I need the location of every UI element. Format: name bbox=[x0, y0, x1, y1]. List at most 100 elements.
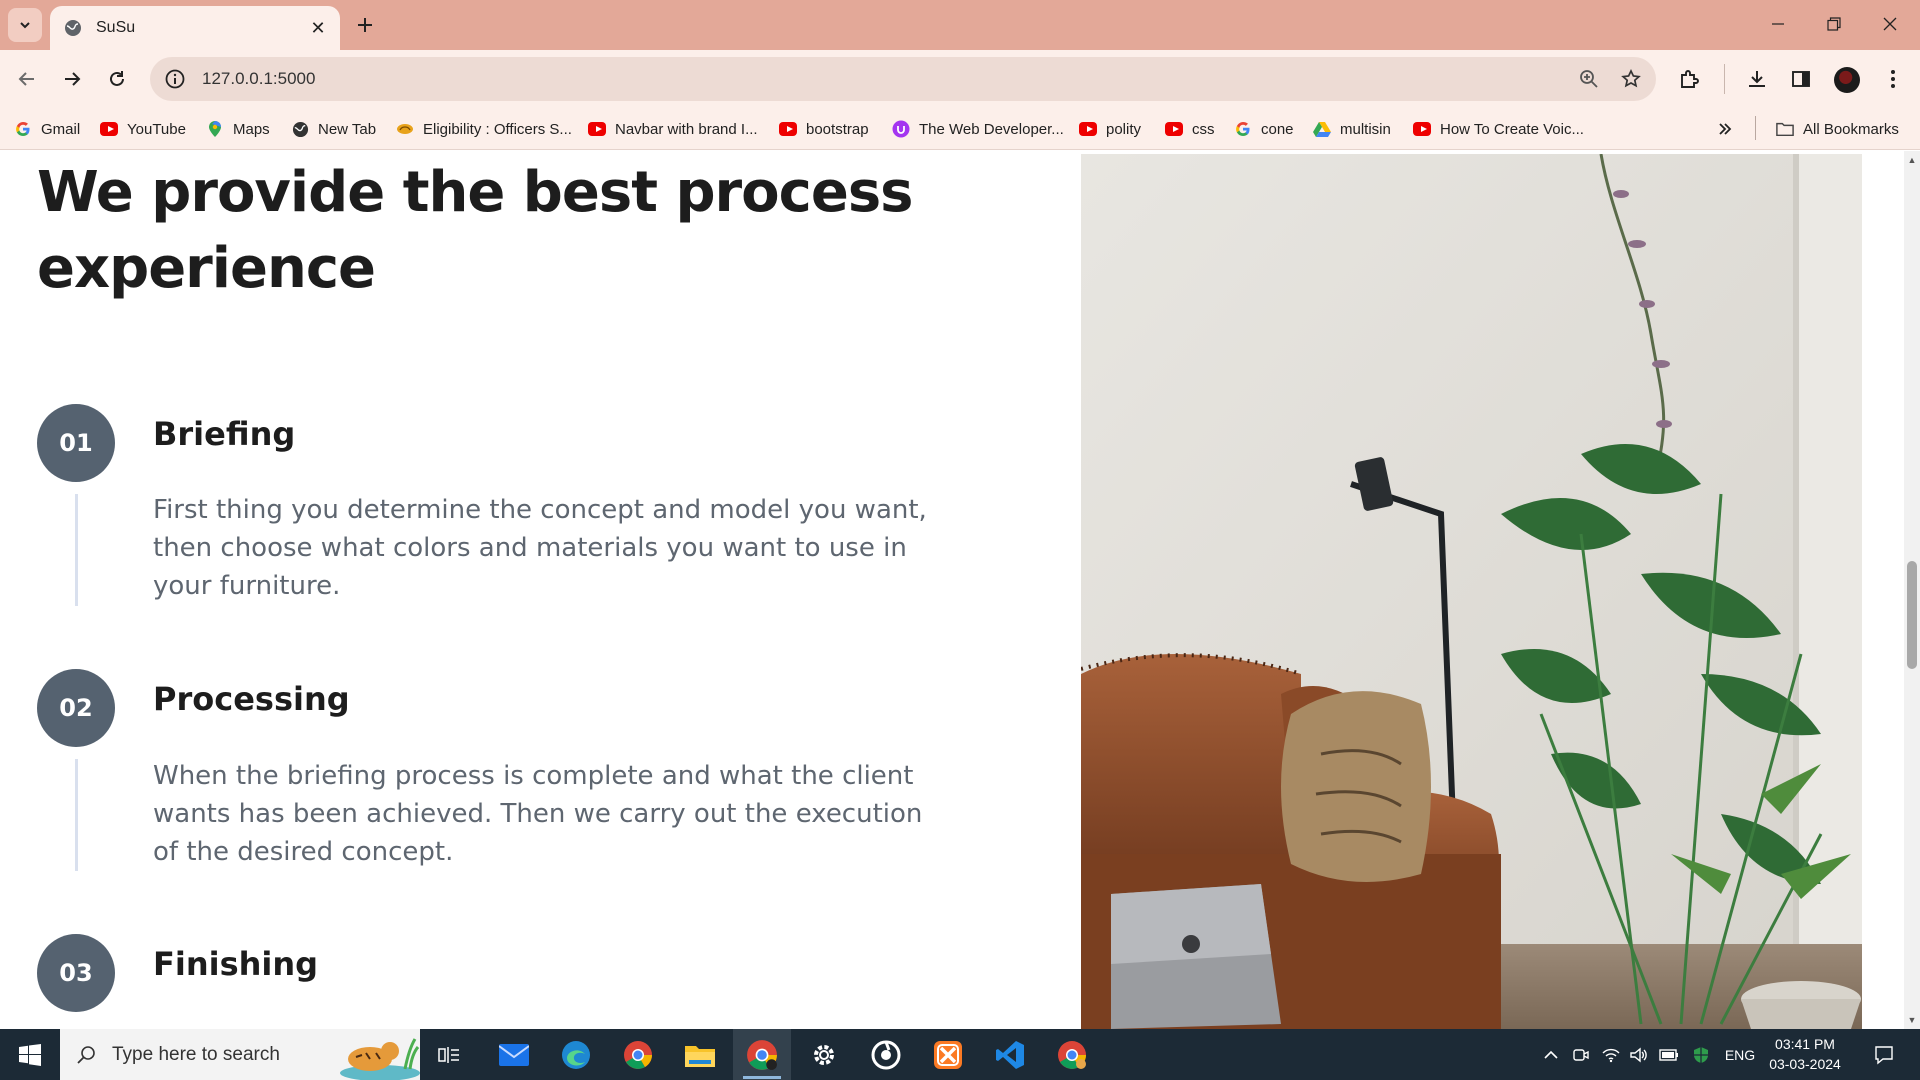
step-title: Finishing bbox=[153, 945, 319, 983]
search-highlight-illustration-icon bbox=[330, 1029, 420, 1080]
bookmark-label: css bbox=[1192, 120, 1215, 138]
taskbar-chrome-active[interactable] bbox=[733, 1029, 791, 1080]
globe-icon bbox=[65, 20, 81, 36]
bookmark-css[interactable]: css bbox=[1165, 117, 1215, 141]
page-scrollbar[interactable]: ▲ ▼ bbox=[1904, 151, 1920, 1029]
youtube-icon bbox=[779, 120, 797, 138]
bookmark-cone[interactable]: cone bbox=[1234, 117, 1294, 141]
taskbar-mail[interactable] bbox=[485, 1029, 543, 1080]
emblem-icon bbox=[396, 120, 414, 138]
bookmark-new-tab[interactable]: New Tab bbox=[291, 117, 376, 141]
taskbar-file-explorer[interactable] bbox=[671, 1029, 729, 1080]
taskbar-chrome-2[interactable] bbox=[1043, 1029, 1101, 1080]
wifi-icon[interactable] bbox=[1600, 1029, 1622, 1080]
bookmark-eligibility[interactable]: Eligibility : Officers S... bbox=[396, 117, 572, 141]
bookmark-label: Navbar with brand I... bbox=[615, 120, 758, 138]
tab-search-dropdown-button[interactable] bbox=[8, 8, 42, 42]
search-placeholder: Type here to search bbox=[112, 1043, 280, 1065]
bookmark-star-icon[interactable] bbox=[1614, 62, 1648, 96]
show-hidden-icons-button[interactable] bbox=[1540, 1029, 1562, 1080]
bookmark-multisin[interactable]: multisin bbox=[1313, 117, 1391, 141]
volume-icon[interactable] bbox=[1628, 1029, 1650, 1080]
xampp-icon bbox=[934, 1040, 962, 1069]
bookmark-label: bootstrap bbox=[806, 120, 869, 138]
url-text[interactable]: 127.0.0.1:5000 bbox=[202, 69, 1572, 89]
minimize-icon bbox=[1772, 23, 1784, 25]
google-icon bbox=[14, 120, 32, 138]
new-tab-button[interactable] bbox=[352, 12, 378, 38]
bookmark-bootstrap[interactable]: bootstrap bbox=[779, 117, 869, 141]
tab-close-icon[interactable]: ✕ bbox=[306, 16, 330, 40]
reload-icon bbox=[110, 71, 124, 86]
edge-icon bbox=[562, 1040, 590, 1069]
scroll-up-arrow-icon[interactable]: ▲ bbox=[1907, 155, 1917, 165]
bookmark-label: Maps bbox=[233, 120, 270, 138]
step-description: When the briefing process is complete an… bbox=[153, 761, 923, 867]
search-icon bbox=[77, 1045, 95, 1064]
step-number-badge: 03 bbox=[37, 934, 115, 1012]
step-connector-line bbox=[75, 494, 78, 606]
bookmark-label: multisin bbox=[1340, 120, 1391, 138]
profile-avatar[interactable] bbox=[1834, 67, 1860, 93]
battery-icon[interactable] bbox=[1658, 1029, 1680, 1080]
step-connector-line bbox=[75, 759, 78, 871]
step-number-badge: 01 bbox=[37, 404, 115, 482]
taskbar-vscode[interactable] bbox=[981, 1029, 1039, 1080]
section-title: We provide the best process experience bbox=[37, 160, 913, 301]
all-bookmarks-button[interactable]: All Bookmarks bbox=[1776, 117, 1899, 141]
scrollbar-thumb[interactable] bbox=[1907, 561, 1917, 669]
step-description: First thing you determine the concept an… bbox=[153, 495, 927, 601]
windows-logo-icon bbox=[19, 1043, 41, 1066]
taskbar-obs[interactable] bbox=[857, 1029, 915, 1080]
tab-susu[interactable]: SuSu ✕ bbox=[50, 6, 340, 50]
security-shield-icon[interactable] bbox=[1690, 1029, 1712, 1080]
bookmark-web-developer[interactable]: The Web Developer... bbox=[892, 117, 1064, 141]
taskbar-search[interactable]: Type here to search bbox=[60, 1029, 420, 1080]
site-info-icon[interactable] bbox=[164, 68, 186, 90]
step-title: Briefing bbox=[153, 415, 296, 453]
reload-button[interactable] bbox=[100, 62, 134, 96]
arrow-left-icon bbox=[18, 72, 34, 86]
taskbar-xampp[interactable] bbox=[919, 1029, 977, 1080]
taskbar-settings[interactable] bbox=[795, 1029, 853, 1080]
bookmark-maps[interactable]: Maps bbox=[206, 117, 270, 141]
google-drive-icon bbox=[1313, 120, 1331, 138]
more-bookmarks-button[interactable] bbox=[1718, 117, 1732, 141]
vscode-icon bbox=[996, 1040, 1024, 1069]
taskbar-clock[interactable]: 03:41 PM 03-03-2024 bbox=[1760, 1034, 1850, 1074]
taskbar-edge[interactable] bbox=[547, 1029, 605, 1080]
obs-icon bbox=[871, 1040, 901, 1069]
step-title: Processing bbox=[153, 680, 350, 718]
scroll-down-arrow-icon[interactable]: ▼ bbox=[1907, 1015, 1917, 1025]
minimize-button[interactable] bbox=[1750, 0, 1806, 48]
double-chevron-right-icon bbox=[1719, 123, 1732, 135]
restore-button[interactable] bbox=[1806, 0, 1862, 48]
downloads-icon[interactable] bbox=[1740, 62, 1774, 96]
bookmark-youtube[interactable]: YouTube bbox=[100, 117, 186, 141]
extensions-icon[interactable] bbox=[1673, 62, 1707, 96]
forward-button[interactable] bbox=[55, 62, 89, 96]
side-panel-icon[interactable] bbox=[1784, 62, 1818, 96]
language-indicator[interactable]: ENG bbox=[1722, 1029, 1758, 1080]
zoom-icon[interactable] bbox=[1572, 62, 1606, 96]
bookmark-navbar[interactable]: Navbar with brand I... bbox=[588, 117, 758, 141]
start-button[interactable] bbox=[0, 1029, 60, 1080]
notifications-button[interactable] bbox=[1864, 1029, 1904, 1080]
bookmark-gmail[interactable]: Gmail bbox=[14, 117, 80, 141]
bookmark-polity[interactable]: polity bbox=[1079, 117, 1141, 141]
bookmarks-bar: Gmail YouTube Maps New Tab Eligibility :… bbox=[0, 108, 1920, 150]
bookmark-voice[interactable]: How To Create Voic... bbox=[1413, 117, 1584, 141]
close-window-button[interactable] bbox=[1862, 0, 1918, 48]
bookmark-label: New Tab bbox=[318, 120, 377, 138]
address-bar[interactable]: 127.0.0.1:5000 bbox=[150, 57, 1656, 101]
browser-toolbar: 127.0.0.1:5000 bbox=[0, 50, 1920, 108]
globe-icon bbox=[291, 120, 309, 138]
toolbar-divider bbox=[1724, 64, 1725, 94]
menu-kebab-icon[interactable] bbox=[1876, 62, 1910, 96]
taskbar-chrome[interactable] bbox=[609, 1029, 667, 1080]
arrow-right-icon bbox=[65, 72, 81, 86]
back-button[interactable] bbox=[10, 62, 44, 96]
task-view-button[interactable] bbox=[420, 1029, 478, 1080]
meet-now-icon[interactable] bbox=[1570, 1029, 1592, 1080]
chrome-profile-icon bbox=[747, 1039, 777, 1070]
